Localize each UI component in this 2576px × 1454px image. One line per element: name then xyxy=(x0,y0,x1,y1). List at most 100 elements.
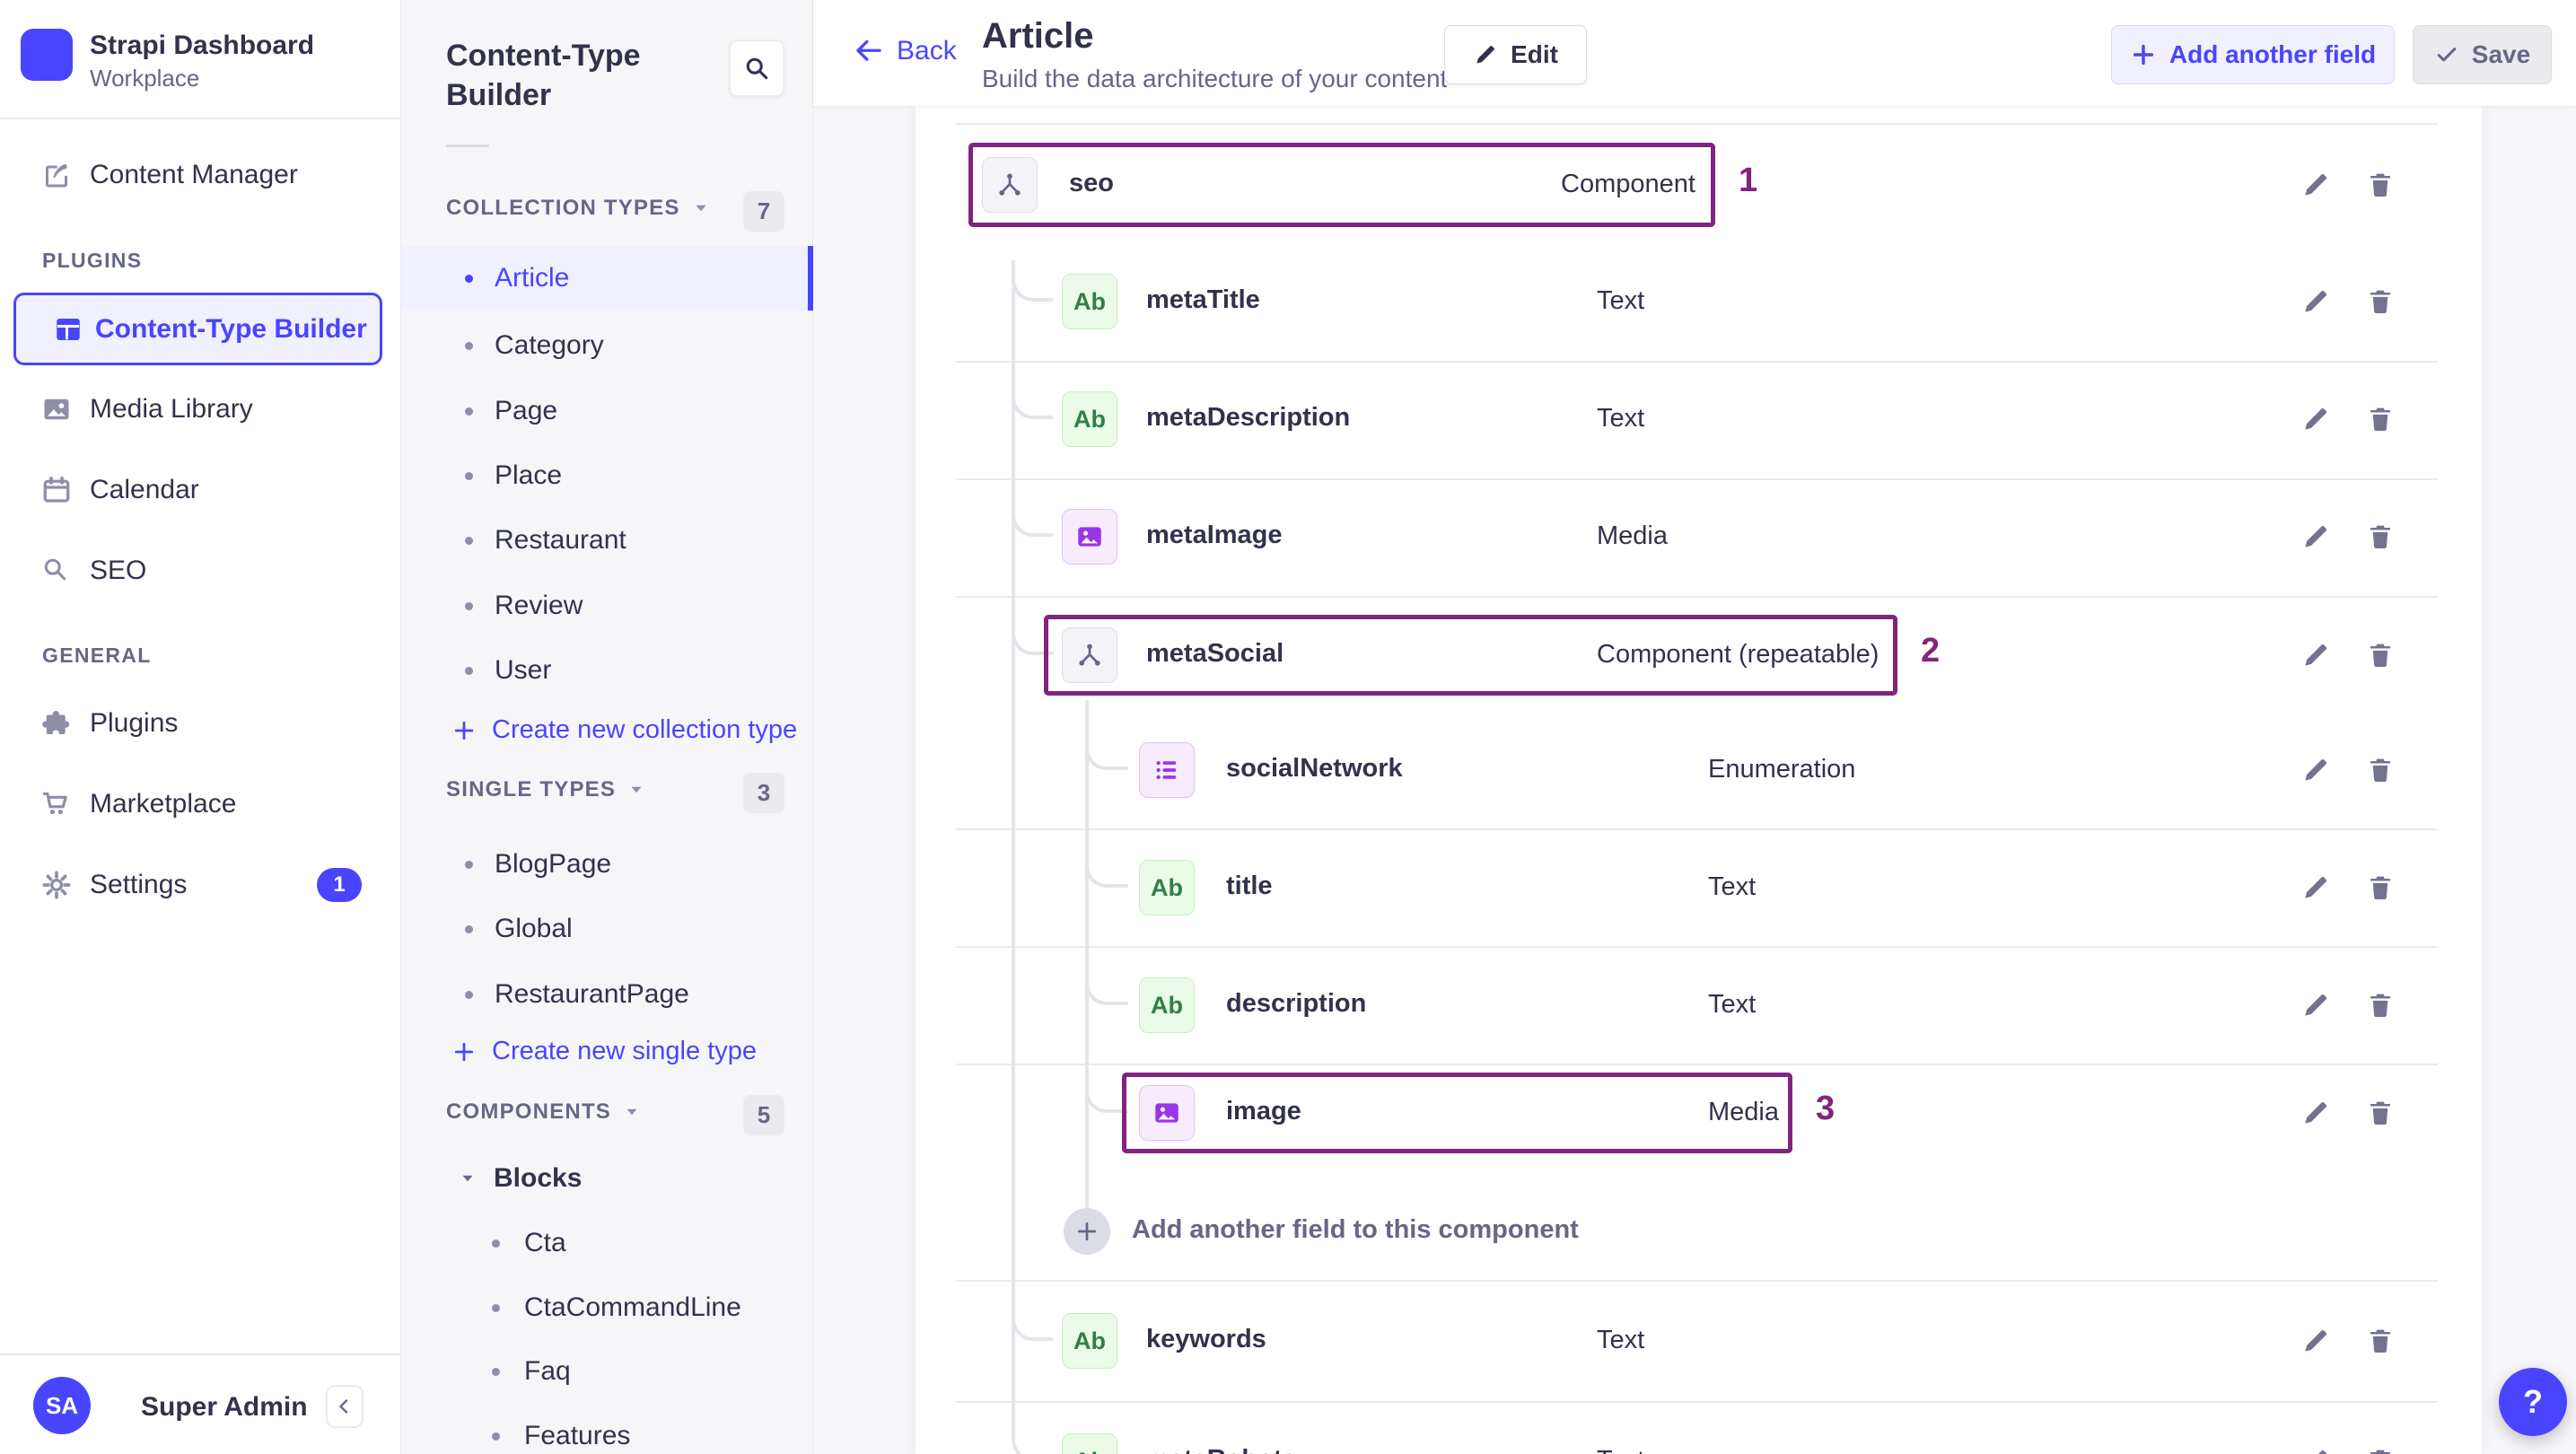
delete-field-button[interactable] xyxy=(2362,637,2398,673)
edit-button-label: Edit xyxy=(1511,40,1558,68)
content-type-builder-icon xyxy=(52,313,84,346)
tree-elbow xyxy=(1012,1300,1053,1341)
plus-icon xyxy=(451,717,478,744)
sidebar-section-header[interactable]: COMPONENTS xyxy=(446,1099,642,1125)
sidebar-item-restaurantpage[interactable]: RestaurantPage xyxy=(401,962,808,1027)
sidebar-item-page[interactable]: Page xyxy=(401,379,808,443)
tree-elbow xyxy=(1012,260,1053,302)
strapi-dashboard: Strapi Dashboard Workplace Content Manag… xyxy=(0,0,2576,1454)
field-name: description xyxy=(1226,989,1367,1018)
back-link[interactable]: Back xyxy=(854,36,957,66)
back-arrow-icon xyxy=(854,36,884,66)
sidebar-item-cta[interactable]: Cta xyxy=(401,1211,808,1275)
row-separator xyxy=(956,1064,2438,1065)
edit-field-button[interactable] xyxy=(2298,870,2334,906)
section-label: SINGLE TYPES xyxy=(446,777,617,801)
edit-pencil-icon xyxy=(2300,640,2331,670)
bullet-icon xyxy=(465,860,473,869)
edit-field-button[interactable] xyxy=(2298,519,2334,555)
delete-field-button[interactable] xyxy=(2362,870,2398,906)
nav-item-calendar[interactable]: Calendar xyxy=(0,454,401,526)
main-navigation: Strapi Dashboard Workplace Content Manag… xyxy=(0,0,401,1454)
help-button[interactable]: ? xyxy=(2499,1368,2567,1436)
sidebar-item-article[interactable]: Article xyxy=(401,246,813,311)
edit-field-button[interactable] xyxy=(2298,1443,2334,1454)
delete-field-button[interactable] xyxy=(2362,401,2398,437)
delete-field-button[interactable] xyxy=(2362,752,2398,788)
component-category-blocks[interactable]: Blocks xyxy=(401,1146,808,1211)
bullet-icon xyxy=(465,274,473,283)
nav-item-marketplace[interactable]: Marketplace xyxy=(0,768,401,840)
delete-field-button[interactable] xyxy=(2362,519,2398,555)
nav-item-settings[interactable]: Settings 1 xyxy=(0,849,401,921)
nav-item-content-type-builder[interactable]: Content-Type Builder xyxy=(0,293,401,365)
tree-elbow xyxy=(1085,846,1128,888)
sidebar-item-faq[interactable]: Faq xyxy=(401,1339,808,1404)
delete-field-button[interactable] xyxy=(2362,1443,2398,1454)
field-name: image xyxy=(1226,1097,1301,1126)
bullet-icon xyxy=(465,407,473,416)
content-type-builder-sidebar: Content-Type Builder COLLECTION TYPES 7 … xyxy=(401,0,813,1454)
content-manager-icon xyxy=(40,159,73,191)
edit-button[interactable]: Edit xyxy=(1444,25,1587,84)
nav-item-seo[interactable]: SEO xyxy=(0,535,401,607)
tree-elbow xyxy=(1085,964,1128,1005)
sidebar-item-place[interactable]: Place xyxy=(401,443,808,508)
bullet-icon xyxy=(492,1239,500,1248)
field-name: title xyxy=(1226,872,1273,900)
edit-field-button[interactable] xyxy=(2298,401,2334,437)
nav-item-content-manager[interactable]: Content Manager xyxy=(0,139,401,211)
delete-field-button[interactable] xyxy=(2362,1095,2398,1131)
nav-item-media-library[interactable]: Media Library xyxy=(0,373,401,445)
sidebar-section-header[interactable]: SINGLE TYPES xyxy=(446,777,646,802)
add-another-field-button[interactable]: Add another field xyxy=(2111,25,2395,84)
edit-field-button[interactable] xyxy=(2298,1323,2334,1359)
save-button[interactable]: Save xyxy=(2413,25,2552,84)
edit-field-button[interactable] xyxy=(2298,284,2334,320)
delete-field-button[interactable] xyxy=(2362,284,2398,320)
delete-field-button[interactable] xyxy=(2362,167,2398,203)
tree-line xyxy=(1085,700,1089,1208)
page-subtitle: Build the data architecture of your cont… xyxy=(982,65,1448,92)
sidebar-item-global[interactable]: Global xyxy=(401,897,808,961)
field-type: Text xyxy=(1597,404,1645,433)
delete-field-button[interactable] xyxy=(2362,1323,2398,1359)
edit-field-button[interactable] xyxy=(2298,637,2334,673)
sidebar-item-features[interactable]: Features xyxy=(401,1404,808,1454)
avatar[interactable]: SA xyxy=(33,1377,91,1434)
strapi-logo[interactable] xyxy=(21,29,73,81)
collapse-sidebar-button[interactable] xyxy=(326,1385,364,1428)
search-button[interactable] xyxy=(730,40,784,96)
add-field-to-component-label[interactable]: Add another field to this component xyxy=(1132,1215,1579,1245)
text-field-icon: Ab xyxy=(1139,860,1195,915)
nav-item-plugins[interactable]: Plugins xyxy=(0,688,401,759)
sidebar-item-blogpage[interactable]: BlogPage xyxy=(401,832,808,897)
edit-field-button[interactable] xyxy=(2298,1095,2334,1131)
bullet-icon xyxy=(465,990,473,999)
edit-pencil-icon xyxy=(2300,1446,2331,1454)
edit-pencil-icon xyxy=(2300,755,2331,785)
field-type: Enumeration xyxy=(1708,755,1856,784)
edit-pencil-icon xyxy=(2300,521,2331,552)
sidebar-section-header[interactable]: COLLECTION TYPES xyxy=(446,196,711,221)
edit-pencil-icon xyxy=(2300,1098,2331,1128)
create-new-label: Create new single type xyxy=(492,1037,757,1065)
create-new-link[interactable]: Create new collection type xyxy=(451,715,797,745)
sidebar-item-ctacommandline[interactable]: CtaCommandLine xyxy=(401,1275,808,1340)
tree-elbow xyxy=(1012,495,1053,537)
delete-field-button[interactable] xyxy=(2362,987,2398,1023)
field-type: Text xyxy=(1597,1326,1645,1354)
sidebar-item-user[interactable]: User xyxy=(401,638,808,703)
sidebar-item-review[interactable]: Review xyxy=(401,574,808,638)
sidebar-item-restaurant[interactable]: Restaurant xyxy=(401,508,808,573)
calendar-icon xyxy=(40,474,73,506)
add-field-to-component-button[interactable] xyxy=(1064,1208,1110,1255)
tree-elbow xyxy=(1085,1072,1128,1113)
bullet-icon xyxy=(465,924,473,933)
edit-field-button[interactable] xyxy=(2298,167,2334,203)
sidebar-item-category[interactable]: Category xyxy=(401,313,808,378)
edit-field-button[interactable] xyxy=(2298,752,2334,788)
create-new-link[interactable]: Create new single type xyxy=(451,1037,757,1066)
edit-pencil-icon xyxy=(2300,872,2331,903)
edit-field-button[interactable] xyxy=(2298,987,2334,1023)
